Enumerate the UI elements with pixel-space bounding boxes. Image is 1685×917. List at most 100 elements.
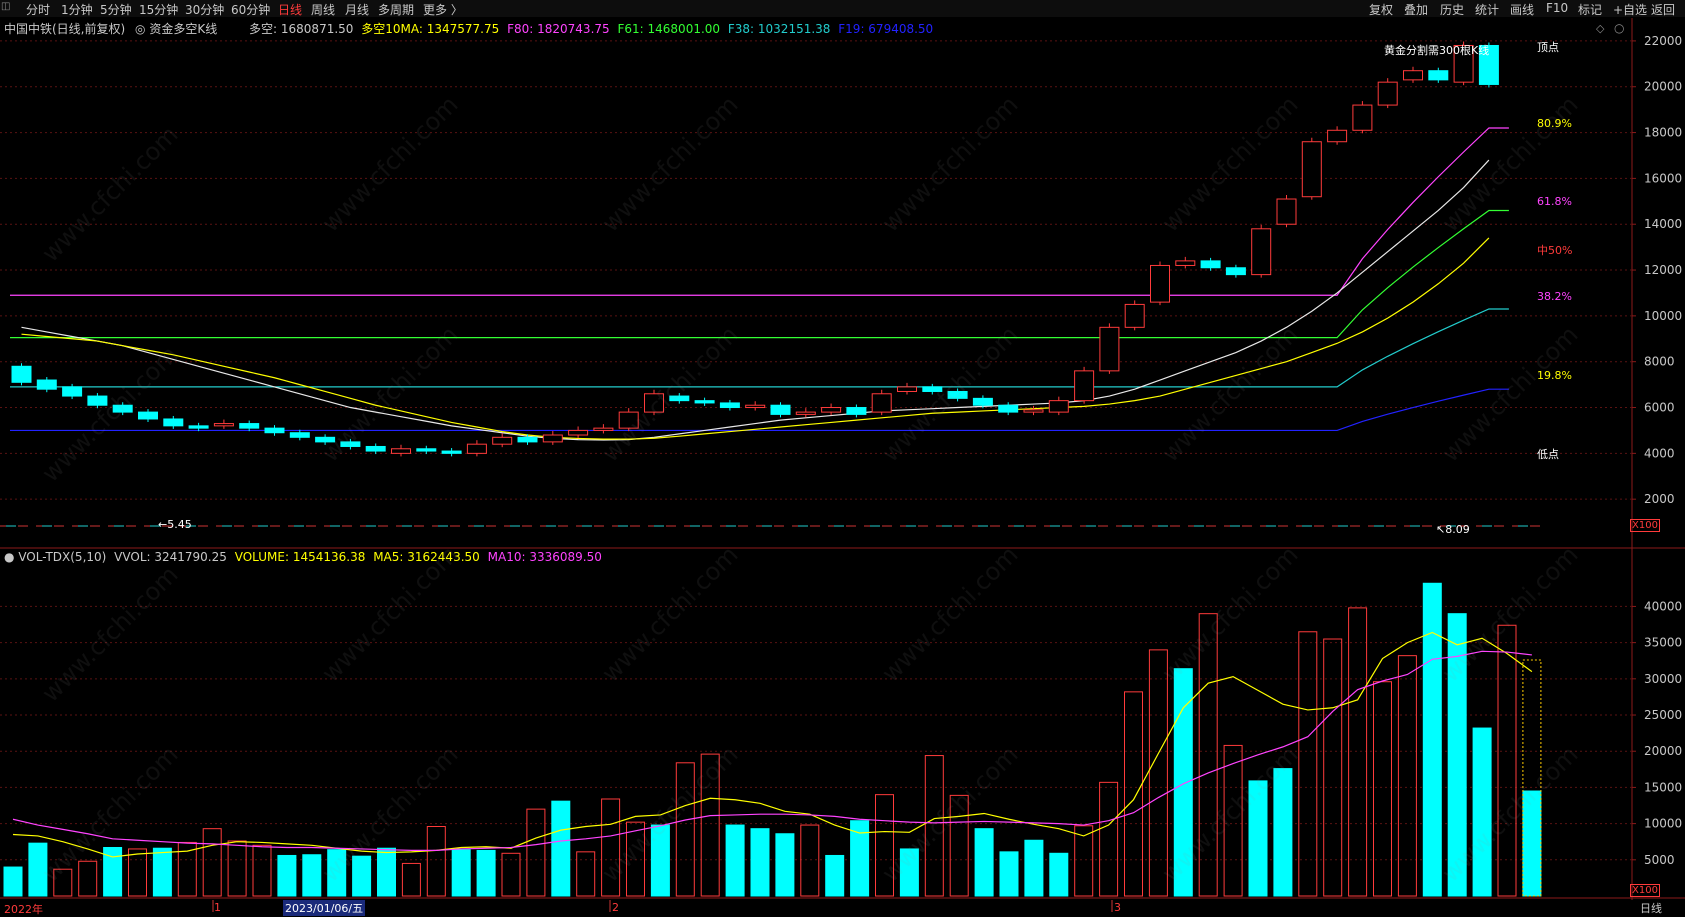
vol-y-tick-label: 30000: [1644, 672, 1682, 686]
main-y-tick-label: 20000: [1644, 80, 1682, 94]
volume-bar-down: [3, 866, 23, 897]
low-point-label: 低点: [1537, 448, 1559, 461]
volume-bar-down: [352, 855, 372, 897]
candle-down: [239, 423, 260, 429]
vol-y-tick-label: 25000: [1644, 708, 1682, 722]
axis-month-2: 2: [612, 901, 619, 914]
level-382-label: 38.2%: [1537, 290, 1572, 303]
right-price-marker: ↖8.09: [1436, 523, 1470, 536]
candle-down: [441, 450, 462, 454]
candle-up: [1403, 70, 1423, 81]
period-label[interactable]: 日线: [1640, 900, 1662, 916]
volume-bar-down: [476, 849, 496, 897]
volume-bar-down: [850, 820, 870, 897]
candle-up: [618, 411, 639, 429]
volume-bar-up: [1148, 649, 1168, 897]
candle-up: [1023, 409, 1044, 413]
volume-bar-down: [28, 842, 48, 897]
candle-up: [568, 429, 589, 436]
candle-up: [795, 411, 816, 415]
volume-bar-down: [1173, 668, 1193, 897]
candle-up: [1327, 129, 1348, 143]
volume-bar-up: [800, 824, 820, 897]
volume-bar-up: [626, 821, 645, 897]
candle-down: [1225, 267, 1246, 276]
volume-bar-down: [377, 847, 396, 897]
candle-down: [922, 386, 943, 392]
candle-down: [669, 395, 690, 402]
high-point-label: 顶点: [1537, 41, 1559, 54]
chart-canvas[interactable]: 2000 4000 6000 8000 10000 12000 14000 16000 1800…: [0, 0, 1685, 916]
ma-white-line: [21, 159, 1490, 441]
volume-bar-up: [875, 794, 894, 897]
candle-up: [1276, 198, 1297, 225]
volume-bar-up: [1348, 607, 1368, 897]
volume-bar-down: [152, 847, 172, 897]
candle-down: [770, 404, 791, 415]
volume-bar-down: [775, 833, 795, 897]
candle-down: [188, 425, 209, 429]
candle-up: [1124, 303, 1145, 328]
candle-down: [517, 436, 538, 443]
volume-bar-down: [1248, 780, 1268, 897]
main-y-tick-label: 12000: [1644, 263, 1682, 277]
volume-bar-up: [526, 808, 546, 897]
main-y-tick-label: 2000: [1644, 492, 1675, 506]
level-198-label: 19.8%: [1537, 369, 1572, 382]
volume-bar-up: [1323, 638, 1343, 897]
candle-down: [340, 441, 361, 447]
candle-up: [466, 443, 487, 454]
volume-bar-up: [1298, 631, 1318, 897]
candle-up: [1301, 141, 1322, 198]
candle-down: [112, 404, 133, 413]
vol-y-tick-label: 35000: [1644, 636, 1682, 650]
main-y-tick-label: 14000: [1644, 217, 1682, 231]
candle-up: [542, 434, 563, 443]
vol-y-tick-label: 15000: [1644, 780, 1682, 794]
vol-y-tick-label: 5000: [1644, 853, 1675, 867]
candle-down: [416, 448, 437, 452]
volume-bar-up: [128, 848, 147, 897]
level-50-label: 中50%: [1537, 244, 1573, 257]
candle-up: [1048, 400, 1069, 413]
axis-year-label: 2022年: [4, 903, 43, 916]
axis-month-1: 1: [214, 901, 221, 914]
level-line-f61: [10, 209, 1509, 339]
x100-vol-badge: X100: [1630, 884, 1660, 897]
x100-main-badge: X100: [1630, 519, 1660, 532]
candle-up: [1150, 264, 1170, 303]
cursor-date-label: 2023/01/06/五: [283, 900, 366, 916]
candle-up: [1175, 260, 1196, 266]
volume-bar-up: [426, 826, 446, 897]
level-line-f19: [10, 388, 1509, 432]
candle-down: [998, 404, 1019, 413]
volume-bar-down: [302, 854, 322, 897]
candle-down: [87, 395, 108, 406]
main-y-tick-label: 22000: [1644, 34, 1682, 48]
pin-icon[interactable]: ◇: [1596, 22, 1604, 35]
candle-down: [289, 432, 310, 438]
candle-up: [492, 436, 513, 445]
candle-up: [213, 423, 234, 427]
volume-bar-up: [675, 762, 695, 897]
candle-up: [745, 404, 766, 409]
volume-bar-up: [576, 851, 596, 897]
main-y-tick-label: 6000: [1644, 401, 1675, 415]
candle-up: [1377, 81, 1398, 106]
settings-icon[interactable]: ○: [1614, 21, 1624, 35]
volume-bar-up: [227, 840, 247, 897]
volume-bar-up: [601, 798, 621, 897]
candle-up: [593, 427, 614, 431]
candle-down: [846, 407, 867, 415]
main-y-tick-label: 18000: [1644, 126, 1682, 140]
candle-down: [36, 379, 57, 390]
volume-bar-down: [1522, 790, 1542, 897]
volume-bar-up: [252, 844, 272, 897]
candle-up: [821, 407, 842, 413]
volume-bar-up: [53, 868, 73, 897]
level-809-label: 80.9%: [1537, 117, 1572, 130]
candle-down: [11, 365, 32, 383]
volume-bar-up: [924, 755, 944, 897]
main-y-tick-label: 4000: [1644, 446, 1675, 460]
volume-bar-down: [1472, 727, 1492, 897]
